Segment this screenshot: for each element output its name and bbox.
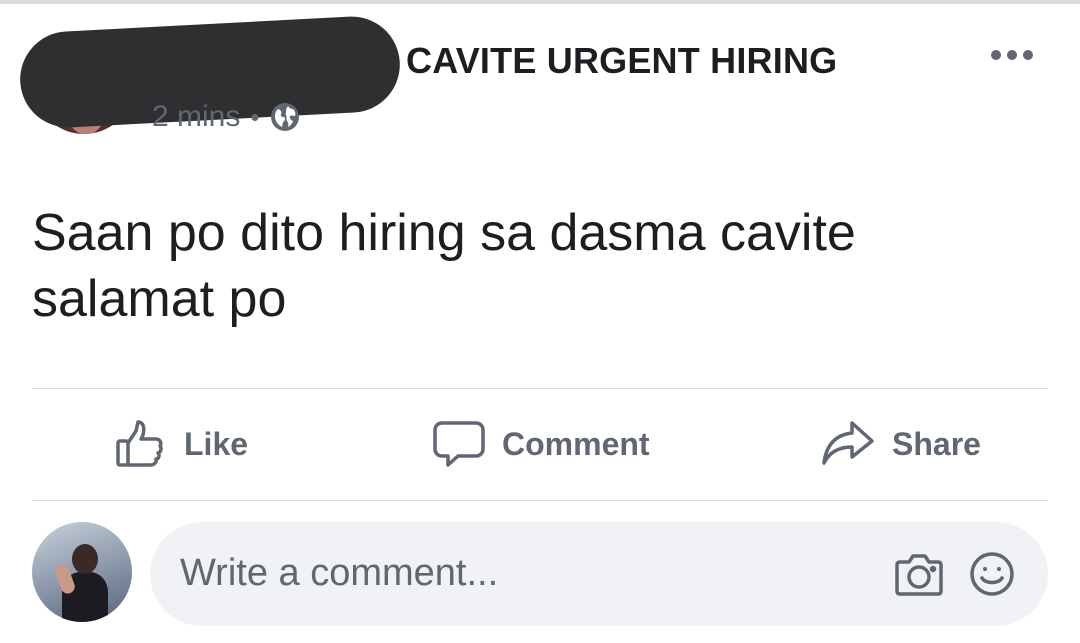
post-text: Saan po dito hiring sa dasma cavite sala… (32, 204, 856, 328)
share-button[interactable]: Share (820, 412, 981, 476)
emoji-icon[interactable] (968, 550, 1016, 603)
group-name-link[interactable]: CAVITE URGENT HIRING (406, 40, 837, 82)
like-label: Like (184, 425, 249, 462)
more-dot (1007, 50, 1017, 60)
meta-separator: • (250, 102, 260, 132)
comment-label: Comment (502, 425, 650, 462)
post-meta: 2 mins • (152, 100, 301, 134)
camera-icon[interactable] (894, 550, 944, 603)
globe-icon (269, 101, 301, 133)
thumbs-up-icon (114, 417, 168, 471)
top-border (0, 0, 1080, 4)
comment-input[interactable]: Write a comment... (150, 522, 1048, 626)
comment-placeholder: Write a comment... (180, 552, 499, 594)
divider-top (32, 388, 1048, 389)
like-button[interactable]: Like (114, 412, 248, 476)
more-dot (1023, 50, 1033, 60)
avatar-head (72, 544, 98, 574)
more-options-icon (991, 50, 1001, 60)
more-options-button[interactable] (984, 40, 1040, 70)
share-label: Share (892, 425, 981, 462)
comment-bubble-icon (432, 417, 486, 471)
comment-button[interactable]: Comment (432, 412, 650, 476)
divider-bottom (32, 500, 1048, 501)
commenter-avatar[interactable] (32, 522, 132, 622)
share-arrow-icon (820, 417, 876, 471)
post-timestamp[interactable]: 2 mins (152, 100, 240, 134)
